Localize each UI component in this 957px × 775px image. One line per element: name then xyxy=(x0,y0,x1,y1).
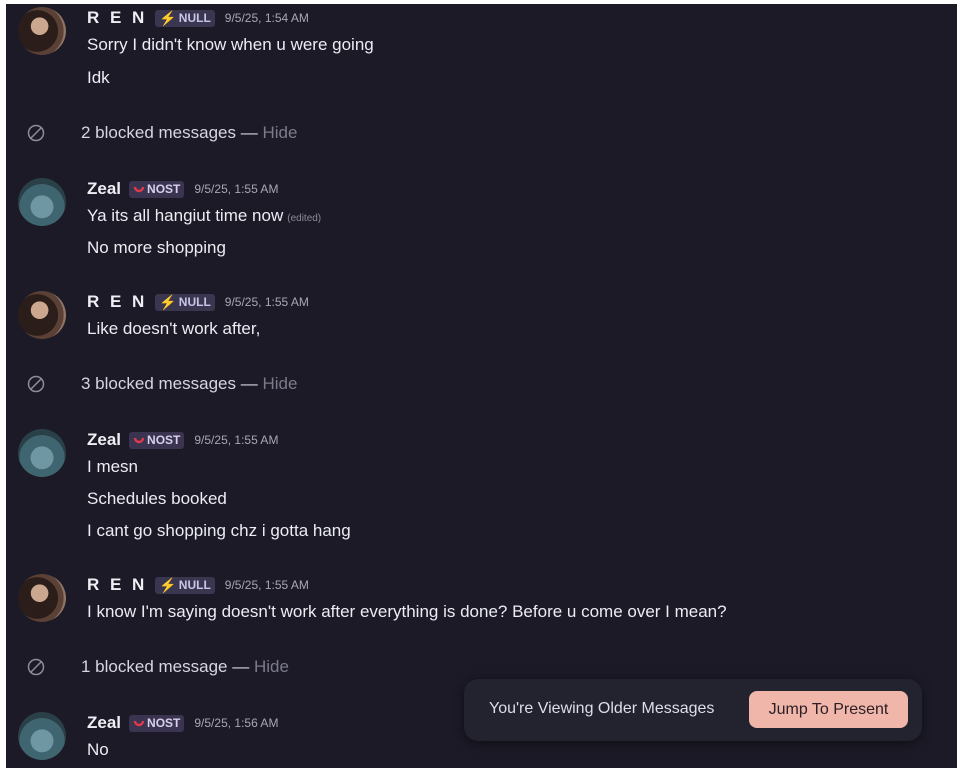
user-avatar[interactable] xyxy=(18,7,66,55)
blocked-messages-text: 2 blocked messages — Hide xyxy=(81,123,298,142)
message-text: Idk xyxy=(87,68,110,87)
user-avatar[interactable] xyxy=(18,291,66,339)
timestamp: 9/5/25, 1:55 AM xyxy=(224,295,309,309)
user-avatar[interactable] xyxy=(18,574,66,622)
blocked-messages-text: 3 blocked messages — Hide xyxy=(81,374,298,393)
hide-link[interactable]: Hide xyxy=(262,374,297,393)
author-name[interactable]: R E N xyxy=(87,575,147,595)
older-messages-label: You're Viewing Older Messages xyxy=(489,700,715,717)
lightning-bolt-icon: ⚡ xyxy=(159,293,177,310)
message-header: Zeal NOST 9/5/25, 1:56 AM xyxy=(87,712,278,734)
edited-label: (edited) xyxy=(287,213,322,224)
swirl-icon xyxy=(133,720,145,727)
message-text: No xyxy=(87,740,109,759)
message-header: Zeal NOST 9/5/25, 1:55 AM xyxy=(87,178,278,200)
user-avatar[interactable] xyxy=(18,712,66,760)
author-name[interactable]: Zeal xyxy=(87,430,121,450)
message-text: I mesn xyxy=(87,457,139,476)
timestamp: 9/5/25, 1:55 AM xyxy=(194,182,279,196)
message-text: Sorry I didn't know when u were going xyxy=(87,35,374,54)
message-header: R E N ⚡ NULL 9/5/25, 1:55 AM xyxy=(87,291,309,313)
swirl-icon xyxy=(133,437,145,444)
swirl-icon xyxy=(133,186,145,193)
clan-tag[interactable]: NOST xyxy=(129,180,185,198)
lightning-bolt-icon: ⚡ xyxy=(159,576,177,593)
message-text: I know I'm saying doesn't work after eve… xyxy=(87,602,727,621)
jump-to-present-button[interactable]: Jump To Present xyxy=(749,691,908,728)
author-name[interactable]: R E N xyxy=(87,292,147,312)
timestamp: 9/5/25, 1:54 AM xyxy=(224,11,309,25)
message-header: R E N ⚡ NULL 9/5/25, 1:55 AM xyxy=(87,574,309,596)
author-name[interactable]: Zeal xyxy=(87,179,121,199)
message-text: No more shopping xyxy=(87,238,226,257)
blocked-icon xyxy=(27,124,45,142)
blocked-messages-row: 2 blocked messages — Hide xyxy=(6,115,957,151)
blocked-messages-row: 3 blocked messages — Hide xyxy=(6,366,957,402)
user-avatar[interactable] xyxy=(18,429,66,477)
author-name[interactable]: R E N xyxy=(87,8,147,28)
message-text: I cant go shopping chz i gotta hang xyxy=(87,521,351,540)
hide-link[interactable]: Hide xyxy=(254,657,289,676)
author-name[interactable]: Zeal xyxy=(87,713,121,733)
chat-window: R E N ⚡ NULL 9/5/25, 1:54 AM Sorry I didn… xyxy=(6,4,957,768)
older-messages-toast: You're Viewing Older Messages Jump To Pr… xyxy=(464,679,922,741)
message-text: Schedules booked xyxy=(87,489,227,508)
lightning-bolt-icon: ⚡ xyxy=(159,9,177,26)
clan-tag[interactable]: ⚡ NULL xyxy=(155,576,215,594)
clan-tag[interactable]: NOST xyxy=(129,714,185,732)
timestamp: 9/5/25, 1:56 AM xyxy=(194,716,279,730)
blocked-icon xyxy=(27,658,45,676)
clan-tag[interactable]: ⚡ NULL xyxy=(155,9,215,27)
message-header: Zeal NOST 9/5/25, 1:55 AM xyxy=(87,429,278,451)
timestamp: 9/5/25, 1:55 AM xyxy=(224,578,309,592)
clan-tag[interactable]: ⚡ NULL xyxy=(155,293,215,311)
message-header: R E N ⚡ NULL 9/5/25, 1:54 AM xyxy=(87,7,309,29)
blocked-messages-text: 1 blocked message — Hide xyxy=(81,657,289,676)
hide-link[interactable]: Hide xyxy=(262,123,297,142)
user-avatar[interactable] xyxy=(18,178,66,226)
clan-tag[interactable]: NOST xyxy=(129,431,185,449)
message-text: Ya its all hangiut time now (edited) xyxy=(87,206,322,225)
message-text: Like doesn't work after, xyxy=(87,319,261,338)
blocked-icon xyxy=(27,375,45,393)
timestamp: 9/5/25, 1:55 AM xyxy=(194,433,279,447)
